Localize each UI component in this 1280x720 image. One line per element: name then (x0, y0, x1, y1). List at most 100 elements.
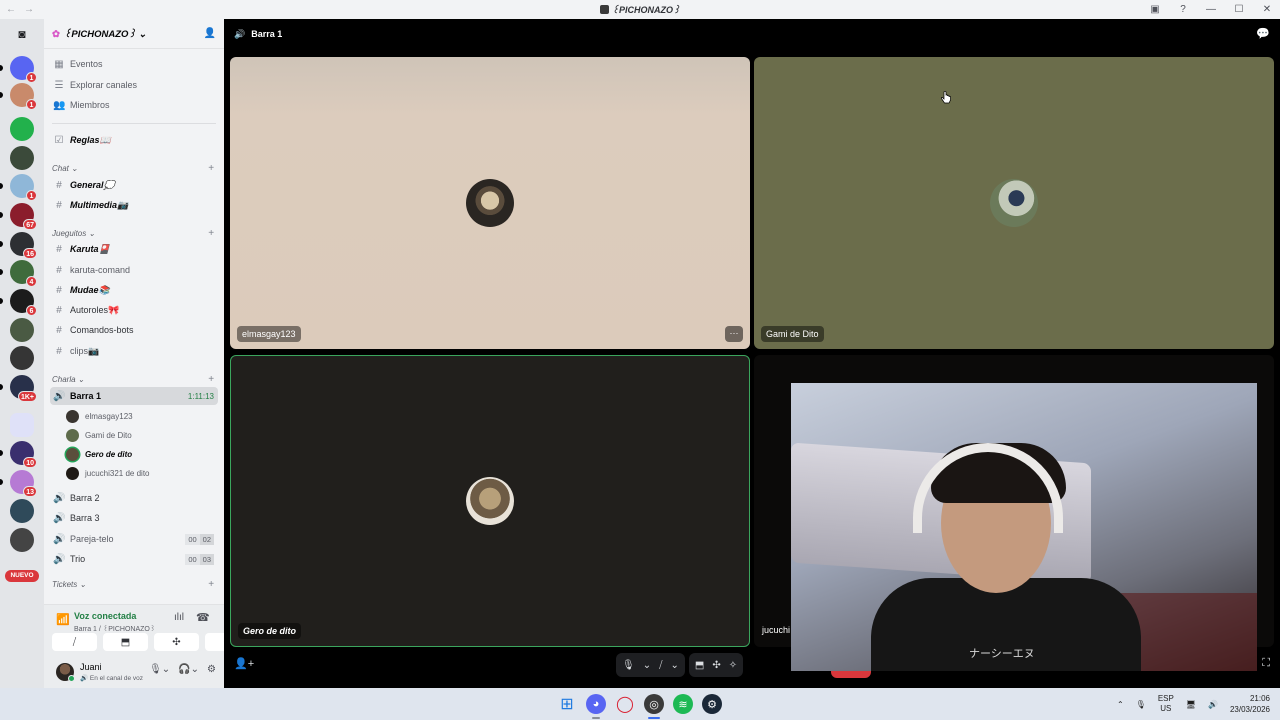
discord-home-icon[interactable]: ◙ (10, 22, 34, 46)
server-icon[interactable]: 67 (10, 203, 37, 230)
participant-tile[interactable]: elmasgay123 ··· (230, 57, 750, 349)
server-icon[interactable] (10, 499, 34, 523)
voice-channel-pareja-telo[interactable]: 🔊 Pareja-telo 00 02 (50, 530, 218, 548)
screen-share-icon[interactable]: ⬒ (695, 660, 704, 671)
server-icon[interactable] (10, 346, 34, 370)
voice-channel-barra-3[interactable]: 🔊 Barra 3 (50, 509, 218, 527)
server-icon[interactable] (10, 146, 34, 170)
server-icon[interactable]: 4 (10, 260, 37, 287)
add-channel-icon[interactable]: + (208, 579, 214, 590)
steam-icon[interactable]: ⚙ (702, 694, 722, 714)
channel-karuta-comand[interactable]: # karuta-comand (50, 261, 218, 279)
add-channel-icon[interactable]: + (208, 163, 214, 174)
browse-channels-item[interactable]: ☰ Explorar canales (50, 76, 218, 94)
chevron-down-icon[interactable]: ⌄ (643, 660, 651, 671)
server-icon[interactable]: 13 (10, 470, 37, 497)
disconnect-icon[interactable]: ☎ (196, 611, 210, 624)
voice-user[interactable]: Gero de dito (66, 445, 132, 463)
add-people-icon[interactable]: 👤+ (234, 657, 254, 670)
channel-autoroles[interactable]: # Autoroles🎀 (50, 301, 218, 319)
noise-suppression-icon[interactable]: ılıl (174, 612, 184, 623)
camera-off-button[interactable]: ⧸ (52, 633, 97, 651)
voice-channel-trio[interactable]: 🔊 Trio 00 03 (50, 550, 218, 568)
close-button[interactable]: ✕ (1260, 4, 1274, 15)
add-channel-icon[interactable]: + (208, 374, 214, 385)
opera-icon[interactable]: ◯ (615, 694, 635, 714)
server-icon[interactable] (10, 528, 34, 552)
voice-status[interactable]: Voz conectada (74, 611, 136, 621)
channel-rules[interactable]: ☑ Reglas📖 (50, 131, 218, 149)
members-item[interactable]: 👥 Miembros (50, 96, 218, 114)
microphone-icon[interactable]: 🎙 (622, 660, 635, 671)
category-tickets[interactable]: Tickets ⌄ + (52, 577, 214, 591)
leave-call-button[interactable] (831, 671, 871, 678)
chrome-icon[interactable]: ◎ (644, 694, 664, 719)
chevron-up-icon[interactable]: ⌃ (1117, 700, 1124, 709)
signal-icon[interactable]: 📶 (56, 613, 70, 626)
activities-icon[interactable]: ✣ (712, 660, 720, 671)
server-icon[interactable]: 1K+ (10, 375, 37, 402)
activities-button[interactable]: ✣ (154, 633, 199, 651)
fullscreen-icon[interactable]: ⛶ (1262, 657, 1270, 670)
soundboard-icon[interactable]: ✧ (729, 660, 737, 671)
voice-user[interactable]: elmasgay123 (66, 407, 133, 425)
mic-control[interactable]: 🎙 ⌄ ⧸ ⌄ (616, 653, 685, 677)
network-icon[interactable]: 🖥 (1186, 700, 1196, 709)
channel-comandos-bots[interactable]: # Comandos-bots (50, 321, 218, 339)
screen-share-button[interactable]: ⬒ (103, 633, 148, 651)
volume-icon[interactable]: 🔊 (1208, 700, 1218, 709)
invite-icon[interactable]: 👤 (204, 28, 216, 39)
chat-bubble-icon[interactable]: 💬 (1256, 27, 1270, 40)
voice-channel-barra-2[interactable]: 🔊 Barra 2 (50, 489, 218, 507)
maximize-button[interactable]: ☐ (1232, 4, 1246, 15)
more-options-icon[interactable]: ··· (725, 326, 743, 342)
windows-start-icon[interactable]: ⊞ (557, 694, 577, 714)
back-arrow-icon[interactable]: ← (6, 4, 16, 15)
server-icon[interactable]: 10 (10, 441, 37, 468)
server-icon[interactable]: 6 (10, 289, 37, 316)
voice-channel-barra-1[interactable]: 🔊 Barra 1 1:11:13 (50, 387, 218, 405)
guild-name[interactable]: ✿ ꒰PICHONAZO꒱ ⌄ (52, 28, 204, 40)
participant-tile-speaking[interactable]: Gero de dito (230, 355, 750, 647)
voice-status-channel[interactable]: Barra 1 / ꒰PICHONAZO꒱ (74, 623, 155, 633)
headphones-icon[interactable]: 🎧⌄ (178, 664, 199, 675)
events-item[interactable]: ▦ Eventos (50, 55, 218, 73)
server-icon[interactable]: 1 (10, 83, 37, 110)
category-charla[interactable]: Charla ⌄ + (52, 372, 214, 386)
microphone-icon[interactable]: 🎙 (1136, 700, 1146, 709)
inbox-icon[interactable]: ▣ (1148, 4, 1162, 15)
new-badge[interactable]: NUEVO (5, 570, 39, 582)
share-control[interactable]: ⬒ ✣ ✧ (688, 653, 744, 677)
channel-clips[interactable]: # clips📷 (50, 342, 218, 360)
server-icon[interactable]: 1 (10, 174, 37, 201)
clock[interactable]: 21:06 23/03/2026 (1230, 693, 1270, 715)
channel-mudae[interactable]: # Mudae📚 (50, 281, 218, 299)
category-chat[interactable]: Chat ⌄ + (52, 161, 214, 175)
forward-arrow-icon[interactable]: → (24, 4, 34, 15)
channel-multimedia[interactable]: # Multimedia📷 (50, 196, 218, 214)
gear-icon[interactable]: ⚙ (207, 664, 216, 675)
channel-general[interactable]: # General💭 (50, 176, 218, 194)
add-channel-icon[interactable]: + (208, 228, 214, 239)
category-jueguitos[interactable]: Jueguitos ⌄ + (52, 226, 214, 240)
username[interactable]: Juani (80, 662, 102, 672)
channel-karuta[interactable]: # Karuta🎴 (50, 240, 218, 258)
spotify-icon[interactable]: ≋ (673, 694, 693, 714)
camera-off-icon[interactable]: ⧸ (659, 660, 662, 671)
voice-user[interactable]: Gami de Dito (66, 426, 132, 444)
minimize-button[interactable]: — (1204, 4, 1218, 15)
discord-taskbar-icon[interactable]: ◕ (586, 694, 606, 719)
voice-user[interactable]: jucuchi321 de dito (66, 464, 150, 482)
microphone-icon[interactable]: 🎙⌄ (149, 664, 170, 675)
language-indicator[interactable]: ESP US (1158, 694, 1174, 714)
participant-tile[interactable]: Gami de Dito (754, 57, 1274, 349)
server-icon[interactable]: 1 (10, 56, 37, 83)
server-icon[interactable] (10, 117, 34, 141)
server-icon[interactable]: 16 (10, 232, 37, 259)
server-icon[interactable] (10, 413, 34, 437)
server-icon[interactable] (10, 318, 34, 342)
camera-feed[interactable]: ナーシーエヌ (791, 383, 1257, 671)
guild-header[interactable]: ✿ ꒰PICHONAZO꒱ ⌄ 👤 (44, 19, 224, 49)
help-icon[interactable]: ? (1176, 4, 1190, 15)
chevron-down-icon[interactable]: ⌄ (671, 660, 679, 671)
